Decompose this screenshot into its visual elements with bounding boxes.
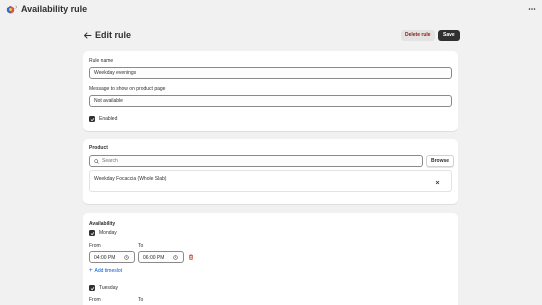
top-bar: › Availability rule	[0, 0, 542, 20]
back-arrow-icon[interactable]	[83, 31, 92, 40]
app-title: Availability rule	[21, 4, 88, 14]
checkmark-icon	[90, 231, 94, 235]
clock-icon	[124, 255, 129, 260]
availability-card: Availability Monday From To 04:00 PM 06:…	[83, 213, 458, 305]
enabled-checkbox[interactable]	[89, 116, 95, 122]
breadcrumb-separator: ›	[15, 4, 18, 11]
checkmark-icon	[90, 286, 94, 290]
monday-to-time-input[interactable]: 06:00 PM	[138, 251, 184, 263]
product-card: Product Browse Weekday Focaccia (Whole S…	[83, 139, 458, 204]
add-timeslot-link[interactable]: + Add timeslot	[89, 268, 122, 274]
save-button[interactable]: Save	[438, 30, 460, 41]
delete-rule-button[interactable]: Delete rule	[401, 30, 435, 41]
rule-name-input[interactable]	[89, 67, 452, 79]
monday-from-time-value: 04:00 PM	[94, 255, 116, 261]
monday-label: Monday	[99, 230, 117, 236]
tuesday-checkbox[interactable]	[89, 285, 95, 291]
selected-product-row: Weekday Focaccia (Whole Slab)	[89, 170, 452, 192]
monday-from-time-input[interactable]: 04:00 PM	[89, 251, 135, 263]
search-icon	[94, 159, 99, 164]
monday-to-time-value: 06:00 PM	[143, 255, 165, 261]
plus-icon: +	[89, 268, 93, 274]
page-header: Edit rule Delete rule Save	[83, 29, 460, 43]
availability-heading: Availability	[89, 221, 116, 227]
message-input[interactable]	[89, 95, 452, 107]
selected-product-name: Weekday Focaccia (Whole Slab)	[94, 176, 167, 182]
product-search-field[interactable]	[89, 155, 423, 167]
enabled-label: Enabled	[99, 116, 118, 122]
checkmark-icon	[90, 117, 94, 121]
rule-details-card: Rule name Message to show on product pag…	[83, 51, 458, 131]
delete-timeslot-icon[interactable]	[188, 254, 194, 260]
clock-icon	[173, 255, 178, 260]
tuesday-label: Tuesday	[99, 285, 118, 291]
product-heading: Product	[89, 145, 108, 151]
to-label: To	[138, 243, 144, 249]
page-title: Edit rule	[95, 30, 132, 40]
rule-name-label: Rule name	[89, 58, 114, 64]
monday-checkbox[interactable]	[89, 230, 95, 236]
product-search-input[interactable]	[102, 156, 402, 166]
from-label: From	[89, 243, 101, 249]
to-label: To	[138, 297, 144, 303]
close-icon[interactable]	[435, 180, 440, 185]
app-logo-icon	[6, 5, 15, 14]
from-label: From	[89, 297, 101, 303]
message-label: Message to show on product page	[89, 86, 166, 92]
add-timeslot-label: Add timeslot	[94, 268, 123, 274]
browse-button[interactable]: Browse	[426, 155, 455, 167]
more-options-icon[interactable]	[528, 5, 536, 13]
